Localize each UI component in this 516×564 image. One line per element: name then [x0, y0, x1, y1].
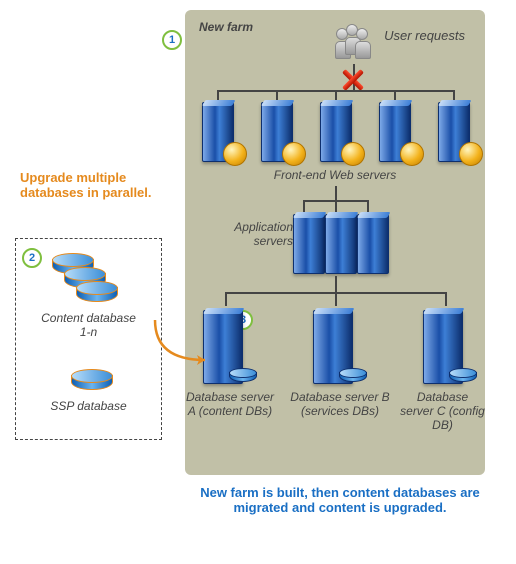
app-servers-label: Application servers	[203, 220, 293, 248]
globe-icon	[400, 142, 424, 166]
frontend-label: Front-end Web servers	[245, 168, 425, 182]
app-server-icon	[357, 214, 387, 272]
globe-icon	[341, 142, 365, 166]
app-server-icon	[293, 214, 323, 272]
db-server-c-label: Database server C (config DB)	[400, 390, 485, 432]
globe-icon	[459, 142, 483, 166]
new-farm-title: New farm	[199, 20, 253, 34]
new-farm-panel: New farm User requests Front-end Web ser…	[185, 10, 485, 475]
db-cylinder-icon	[339, 368, 365, 384]
step-1-badge: 1	[162, 30, 182, 50]
user-requests-label: User requests	[384, 28, 465, 43]
databases-to-upgrade-panel: Content database 1-n SSP database	[15, 238, 162, 440]
content-db-icon	[76, 281, 116, 305]
users-icon	[335, 24, 375, 64]
app-server-icon	[325, 214, 355, 272]
globe-icon	[282, 142, 306, 166]
content-db-label: Content database 1-n	[36, 311, 141, 339]
blue-note: New farm is built, then content database…	[200, 485, 480, 515]
blocked-x-icon	[341, 68, 365, 92]
ssp-db-label: SSP database	[36, 399, 141, 413]
db-cylinder-icon	[449, 368, 475, 384]
db-server-a-label: Database server A (content DBs)	[185, 390, 275, 418]
globe-icon	[223, 142, 247, 166]
db-server-b-label: Database server B (services DBs)	[290, 390, 390, 418]
migration-arrow-icon	[150, 315, 230, 365]
db-cylinder-icon	[229, 368, 255, 384]
orange-note: Upgrade multiple databases in parallel.	[20, 170, 160, 200]
ssp-db-icon	[71, 369, 111, 393]
